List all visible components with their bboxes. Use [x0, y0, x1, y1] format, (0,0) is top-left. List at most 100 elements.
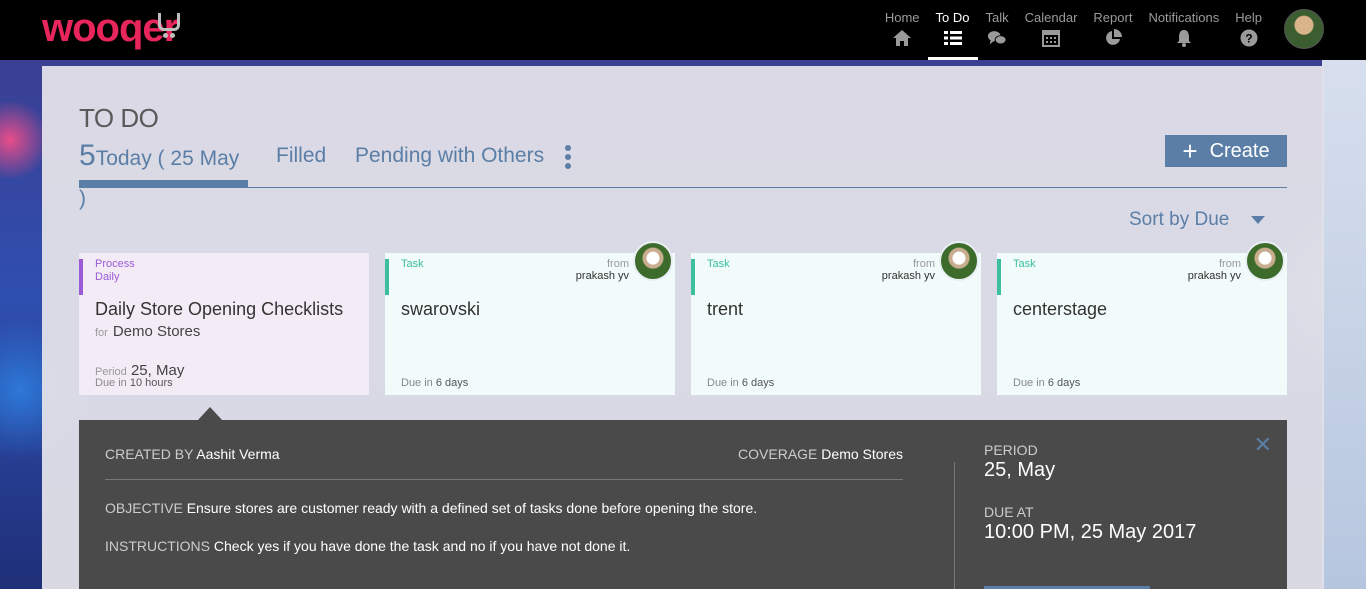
assigner-avatar [633, 241, 673, 281]
card-from: from prakash yv [882, 258, 935, 282]
objective-value: Ensure stores are customer ready with a … [186, 500, 758, 516]
user-avatar[interactable] [1284, 9, 1324, 49]
svg-text:?: ? [1245, 32, 1252, 46]
card-title: swarovski [401, 299, 481, 319]
card-due-label: Due in [707, 377, 739, 389]
cart-icon [158, 13, 180, 38]
home-icon [892, 28, 912, 48]
nav-help-label: Help [1235, 10, 1262, 25]
coverage-label: COVERAGE [738, 446, 818, 462]
nav-home-label: Home [884, 10, 920, 25]
card-from-label: from [913, 258, 935, 270]
nav-notifications-label: Notifications [1148, 10, 1220, 25]
created-by-label: CREATED BY [105, 446, 194, 462]
details-divider [954, 462, 955, 589]
wooqer-logo[interactable]: wooqer [42, 4, 180, 52]
nav-home[interactable]: Home [877, 0, 928, 60]
todo-card-task[interactable]: Task from prakash yv centerstage Due in 6… [997, 241, 1287, 395]
card-due: Due in 10 hours [95, 377, 173, 389]
card-type-bar [385, 259, 389, 295]
top-navigation-bar: wooqer Home To Do Talk Calendar Report N… [0, 0, 1366, 60]
instructions-value: Check yes if you have done the task and … [213, 538, 631, 554]
nav-talk[interactable]: Talk [978, 0, 1017, 60]
nav-report[interactable]: Report [1085, 0, 1140, 60]
todo-card-task[interactable]: Task from prakash yv trent Due in 6 days [691, 241, 981, 395]
created-by: CREATED BY Aashit Verma [105, 446, 280, 462]
card-type: Task [1013, 258, 1036, 270]
calendar-icon [1041, 28, 1061, 48]
objective: OBJECTIVE Ensure stores are customer rea… [105, 500, 757, 516]
details-meta-row: CREATED BY Aashit Verma COVERAGE Demo St… [105, 446, 903, 480]
card-details-panel: ✕ CREATED BY Aashit Verma COVERAGE Demo … [79, 420, 1287, 589]
objective-label: OBJECTIVE [105, 500, 183, 516]
card-due: Due in 6 days [1013, 377, 1080, 389]
coverage: COVERAGE Demo Stores [738, 446, 903, 462]
list-icon [943, 28, 963, 48]
card-type-bar [79, 259, 83, 295]
card-type-line2: Daily [95, 271, 120, 283]
card-due-label: Due in [1013, 377, 1045, 389]
create-button[interactable]: + Create [1165, 135, 1287, 167]
card-due-value: 6 days [1047, 377, 1081, 389]
card-from-label: from [607, 258, 629, 270]
instructions: INSTRUCTIONS Check yes if you have done … [105, 538, 630, 554]
main-nav: Home To Do Talk Calendar Report Notifica… [877, 0, 1270, 60]
card-from-label: from [1219, 258, 1241, 270]
card-due: Due in 6 days [401, 377, 468, 389]
todo-card-task[interactable]: Task from prakash yv swarovski Due in 6 d… [385, 241, 675, 395]
tab-today[interactable]: 5Today ( 25 May ) [79, 136, 248, 210]
chat-icon [987, 28, 1007, 48]
card-type: Task [707, 258, 730, 270]
tab-pending-with-others[interactable]: Pending with Others [355, 136, 544, 187]
help-icon: ? [1239, 28, 1259, 48]
sort-label: Sort by Due [1129, 209, 1230, 230]
tab-filled[interactable]: Filled [276, 136, 326, 187]
card-title: centerstage [1013, 299, 1108, 319]
background-right [1322, 60, 1366, 589]
card-type-bar [691, 259, 695, 295]
created-by-value: Aashit Verma [196, 446, 280, 462]
card-from-value: prakash yv [881, 270, 935, 282]
assigner-avatar [939, 241, 979, 281]
card-for: for Demo Stores [95, 323, 200, 340]
todo-panel: TO DO 5Today ( 25 May ) Filled Pending w… [42, 66, 1324, 589]
assigner-avatar [1245, 241, 1285, 281]
card-title: trent [707, 299, 744, 319]
bell-icon [1174, 28, 1194, 48]
card-title: Daily Store Opening Checklists [95, 299, 344, 319]
create-label: Create [1209, 139, 1270, 162]
more-options-icon[interactable] [565, 145, 571, 169]
card-due-label: Due in [401, 377, 433, 389]
period-label: PERIOD [984, 442, 1038, 458]
todo-card-process[interactable]: Process Daily Daily Store Opening Checkl… [79, 253, 369, 395]
period-value: 25, May [984, 459, 1056, 481]
card-from-value: prakash yv [575, 270, 629, 282]
card-from-value: prakash yv [1187, 270, 1241, 282]
details-schedule: PERIOD 25, May DUE AT 10:00 PM, 25 May 2… [984, 442, 1264, 544]
nav-calendar[interactable]: Calendar [1017, 0, 1086, 60]
plus-icon: + [1182, 136, 1198, 166]
nav-report-label: Report [1093, 10, 1133, 25]
card-type: Task [401, 258, 424, 270]
due-at-value: 10:00 PM, 25 May 2017 [984, 521, 1197, 543]
card-from: from prakash yv [576, 258, 629, 282]
selected-card-pointer [198, 407, 222, 420]
pie-chart-icon [1103, 28, 1123, 48]
caret-down-icon [1251, 216, 1266, 224]
card-due-value: 6 days [741, 377, 775, 389]
nav-calendar-label: Calendar [1024, 10, 1078, 25]
due-at-label: DUE AT [984, 504, 1034, 520]
nav-help[interactable]: Help ? [1227, 0, 1270, 60]
nav-todo[interactable]: To Do [927, 0, 978, 60]
nav-todo-label: To Do [935, 10, 970, 25]
today-count: 5 [79, 139, 96, 172]
nav-notifications[interactable]: Notifications [1140, 0, 1227, 60]
instructions-label: INSTRUCTIONS [105, 538, 210, 554]
sort-dropdown[interactable]: Sort by Due [1129, 209, 1266, 231]
nav-talk-label: Talk [985, 10, 1009, 25]
page-title: TO DO [79, 103, 159, 133]
card-due-value: 10 hours [129, 377, 173, 389]
card-due-value: 6 days [435, 377, 469, 389]
card-for-label: for [95, 327, 108, 339]
card-type-line1: Process [95, 258, 135, 270]
